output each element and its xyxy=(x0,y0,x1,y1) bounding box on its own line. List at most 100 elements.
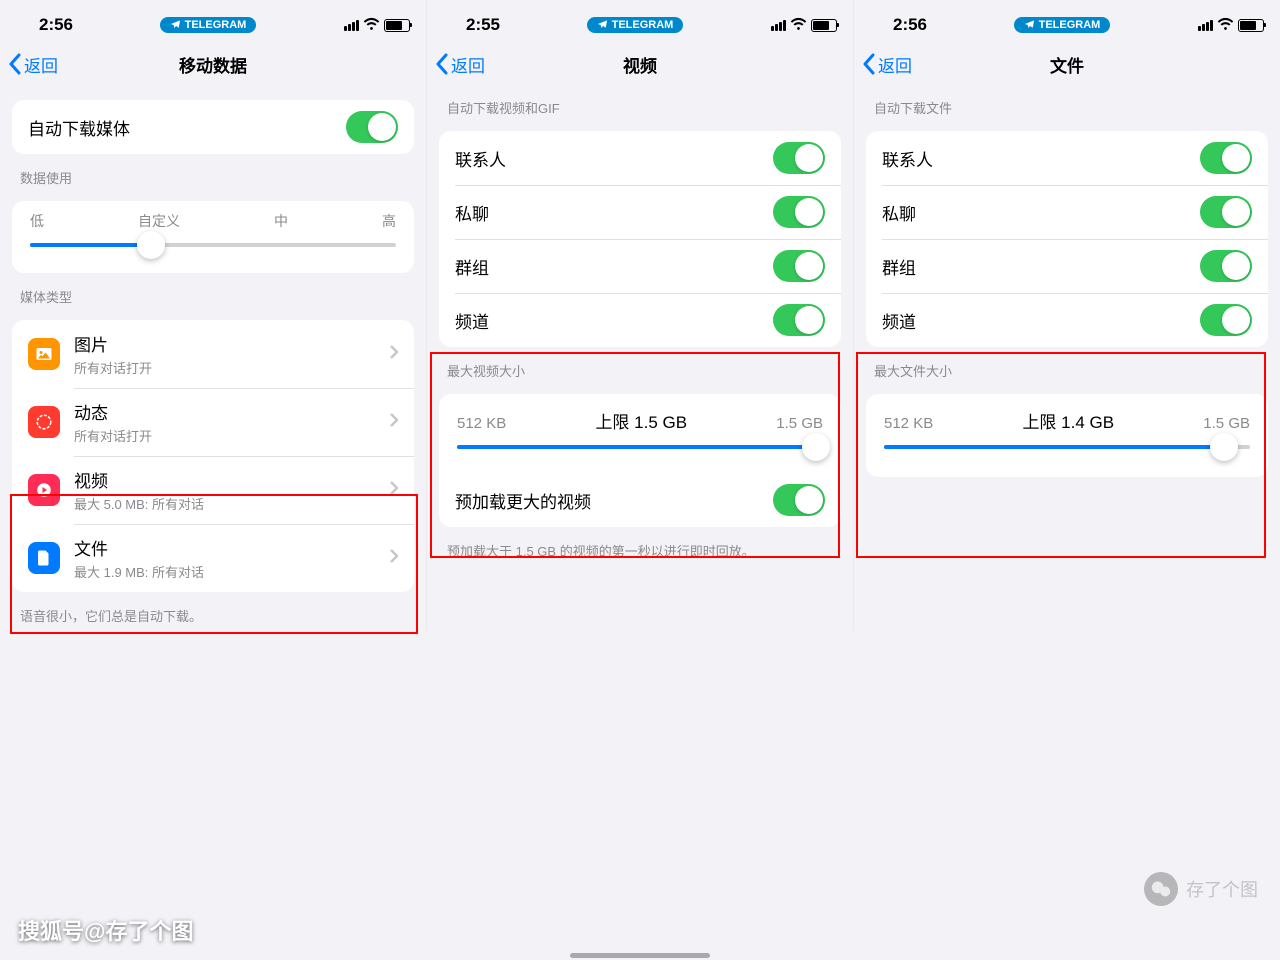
media-anim-row[interactable]: 动态 所有对话打开 xyxy=(12,388,414,456)
status-bar: 2:56 TELEGRAM xyxy=(0,0,426,44)
page-title: 移动数据 xyxy=(0,52,426,77)
media-video-title: 视频 xyxy=(74,467,382,492)
media-type-group: 图片 所有对话打开 动态 所有对话打开 视频 最大 5.0 MB: 所有对话 xyxy=(12,320,414,592)
telegram-pill[interactable]: TELEGRAM xyxy=(587,17,684,33)
size-slider[interactable] xyxy=(457,445,823,449)
watermark-wechat: 存了个图 xyxy=(1144,872,1258,906)
battery-icon xyxy=(384,19,410,32)
channels-label: 频道 xyxy=(882,308,1200,333)
groups-toggle[interactable] xyxy=(1200,250,1252,282)
chevron-right-icon xyxy=(390,344,398,364)
status-time: 2:56 xyxy=(16,15,96,35)
back-button[interactable]: 返回 xyxy=(435,52,485,77)
page-title: 文件 xyxy=(854,52,1280,77)
screenshot-row: 2:56 TELEGRAM 返回 移动数据 自动下载媒体 xyxy=(0,0,1280,631)
media-file-title: 文件 xyxy=(74,535,382,560)
groups-label: 群组 xyxy=(455,254,773,279)
chevron-left-icon xyxy=(862,53,876,75)
phone-screen-2: 2:55 TELEGRAM 返回 视频 自动下载视频和GIF 联系人 私聊 群组… xyxy=(426,0,853,631)
page-title: 视频 xyxy=(427,52,853,77)
animation-icon xyxy=(28,406,60,438)
media-video-row[interactable]: 视频 最大 5.0 MB: 所有对话 xyxy=(12,456,414,524)
file-icon xyxy=(28,542,60,574)
groups-label: 群组 xyxy=(882,254,1200,279)
battery-icon xyxy=(811,19,837,32)
wifi-icon xyxy=(363,15,380,35)
watermark-sohu: 搜狐号@存了个图 xyxy=(18,914,193,946)
telegram-icon xyxy=(597,19,608,30)
media-type-header: 媒体类型 xyxy=(0,281,426,312)
media-file-row[interactable]: 文件 最大 1.9 MB: 所有对话 xyxy=(12,524,414,592)
status-bar: 2:55 TELEGRAM xyxy=(427,0,853,44)
auto-download-toggle[interactable] xyxy=(346,111,398,143)
size-min: 512 KB xyxy=(884,415,933,432)
media-anim-sub: 所有对话打开 xyxy=(74,426,382,445)
size-limit: 上限 1.4 GB xyxy=(1022,408,1114,433)
telegram-icon xyxy=(170,19,181,30)
tick-high: 高 xyxy=(382,211,396,231)
wechat-icon xyxy=(1144,872,1178,906)
media-file-sub: 最大 1.9 MB: 所有对话 xyxy=(74,562,382,581)
autodl-header: 自动下载文件 xyxy=(854,92,1280,123)
home-indicator xyxy=(570,953,710,958)
contacts-toggle[interactable] xyxy=(1200,142,1252,174)
max-size-group: 512 KB 上限 1.5 GB 1.5 GB 预加载更大的视频 xyxy=(439,394,841,527)
auto-download-group: 自动下载媒体 xyxy=(12,100,414,154)
preload-label: 预加载更大的视频 xyxy=(455,488,773,513)
nav-bar: 返回 移动数据 xyxy=(0,44,426,92)
private-label: 私聊 xyxy=(882,200,1200,225)
media-video-sub: 最大 5.0 MB: 所有对话 xyxy=(74,494,382,513)
cellular-icon xyxy=(344,20,359,31)
preload-toggle[interactable] xyxy=(773,484,825,516)
media-photo-sub: 所有对话打开 xyxy=(74,358,382,377)
back-button[interactable]: 返回 xyxy=(8,52,58,77)
phone-screen-1: 2:56 TELEGRAM 返回 移动数据 自动下载媒体 xyxy=(0,0,426,631)
chevron-right-icon xyxy=(390,480,398,500)
cellular-icon xyxy=(1198,20,1213,31)
media-photo-title: 图片 xyxy=(74,331,382,356)
size-min: 512 KB xyxy=(457,415,506,432)
chat-types-group: 联系人 私聊 群组 频道 xyxy=(866,131,1268,347)
status-bar: 2:56 TELEGRAM xyxy=(854,0,1280,44)
groups-toggle[interactable] xyxy=(773,250,825,282)
telegram-icon xyxy=(1024,19,1035,30)
phone-screen-3: 2:56 TELEGRAM 返回 文件 自动下载文件 联系人 私聊 群组 频道 … xyxy=(853,0,1280,631)
chat-types-group: 联系人 私聊 群组 频道 xyxy=(439,131,841,347)
status-time: 2:55 xyxy=(443,15,523,35)
tick-mid: 中 xyxy=(274,211,288,231)
private-toggle[interactable] xyxy=(773,196,825,228)
chevron-right-icon xyxy=(390,412,398,432)
contacts-label: 联系人 xyxy=(882,146,1200,171)
channels-toggle[interactable] xyxy=(773,304,825,336)
autodl-header: 自动下载视频和GIF xyxy=(427,92,853,123)
chevron-left-icon xyxy=(8,53,22,75)
private-toggle[interactable] xyxy=(1200,196,1252,228)
status-time: 2:56 xyxy=(870,15,950,35)
telegram-pill[interactable]: TELEGRAM xyxy=(1014,17,1111,33)
wifi-icon xyxy=(1217,15,1234,35)
contacts-toggle[interactable] xyxy=(773,142,825,174)
channels-label: 频道 xyxy=(455,308,773,333)
max-size-group: 512 KB 上限 1.4 GB 1.5 GB xyxy=(866,394,1268,477)
chevron-left-icon xyxy=(435,53,449,75)
size-limit: 上限 1.5 GB xyxy=(595,408,687,433)
tick-low: 低 xyxy=(30,211,44,231)
size-max: 1.5 GB xyxy=(1203,415,1250,432)
media-photo-row[interactable]: 图片 所有对话打开 xyxy=(12,320,414,388)
auto-download-label: 自动下载媒体 xyxy=(28,115,346,140)
size-max: 1.5 GB xyxy=(776,415,823,432)
telegram-pill[interactable]: TELEGRAM xyxy=(160,17,257,33)
nav-bar: 返回 文件 xyxy=(854,44,1280,92)
channels-toggle[interactable] xyxy=(1200,304,1252,336)
max-video-header: 最大视频大小 xyxy=(427,355,853,386)
nav-bar: 返回 视频 xyxy=(427,44,853,92)
size-slider[interactable] xyxy=(884,445,1250,449)
data-usage-header: 数据使用 xyxy=(0,162,426,193)
back-button[interactable]: 返回 xyxy=(862,52,912,77)
battery-icon xyxy=(1238,19,1264,32)
video-icon xyxy=(28,474,60,506)
max-file-header: 最大文件大小 xyxy=(854,355,1280,386)
private-label: 私聊 xyxy=(455,200,773,225)
usage-slider[interactable] xyxy=(30,243,396,247)
wifi-icon xyxy=(790,15,807,35)
